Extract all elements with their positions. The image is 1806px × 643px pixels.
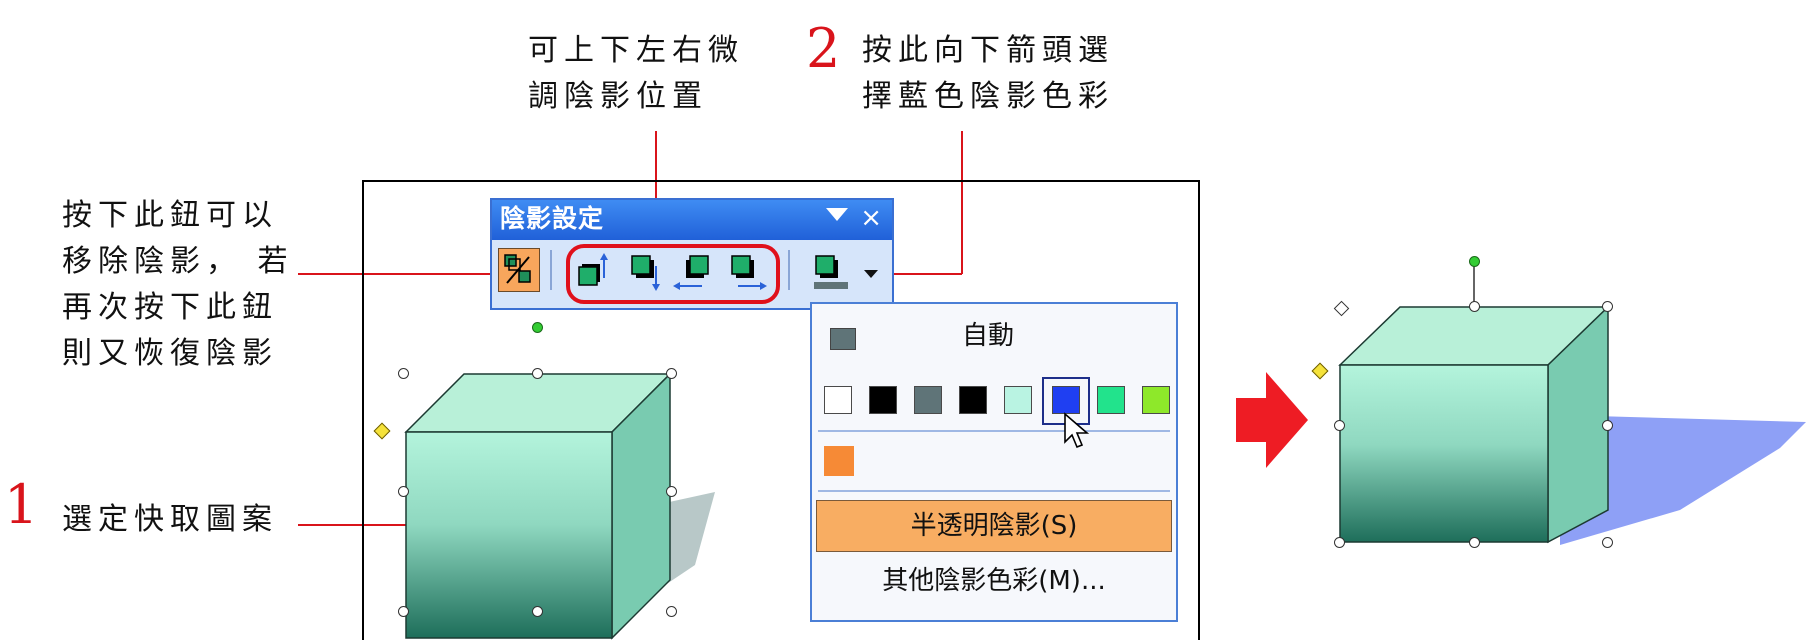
toolbar-title: 陰影設定 bbox=[500, 204, 605, 233]
color-swatch[interactable] bbox=[824, 386, 852, 414]
toolbar-title-bar[interactable]: 陰影設定 × bbox=[492, 200, 892, 240]
recent-color-swatch[interactable] bbox=[824, 446, 854, 476]
resize-handle bbox=[1602, 420, 1613, 431]
rotate-handle[interactable] bbox=[532, 322, 543, 333]
color-swatch-blue-selected[interactable] bbox=[1052, 386, 1080, 414]
menu-divider bbox=[818, 490, 1170, 492]
toolbar-options-icon[interactable] bbox=[826, 208, 848, 221]
color-swatch[interactable] bbox=[1142, 386, 1170, 414]
close-icon[interactable]: × bbox=[860, 202, 882, 234]
resize-handle[interactable] bbox=[398, 486, 409, 497]
resize-handle bbox=[1469, 301, 1480, 312]
resize-handle[interactable] bbox=[532, 606, 543, 617]
toolbar-separator bbox=[550, 250, 552, 290]
resize-handle bbox=[1602, 537, 1613, 548]
shadow-color-menu: 自動 半透明陰影(S) 其他陰影色彩(M)... bbox=[810, 302, 1178, 622]
color-swatch[interactable] bbox=[1097, 386, 1125, 414]
cube-shape-selected[interactable] bbox=[370, 340, 730, 640]
cube-shape-blue-shadow bbox=[1338, 262, 1806, 545]
resize-handle[interactable] bbox=[398, 368, 409, 379]
shadow-color-dropdown-arrow[interactable] bbox=[864, 270, 878, 278]
resize-handle[interactable] bbox=[532, 368, 543, 379]
menu-divider bbox=[818, 430, 1170, 432]
rotate-handle bbox=[1469, 256, 1480, 267]
translucent-shadow-option[interactable]: 半透明陰影(S) bbox=[816, 500, 1172, 552]
mouse-cursor-icon bbox=[1064, 412, 1090, 449]
resize-handle bbox=[1469, 537, 1480, 548]
resize-handle[interactable] bbox=[666, 368, 677, 379]
resize-handle bbox=[1334, 537, 1345, 548]
shadow-on-off-button[interactable] bbox=[498, 248, 540, 292]
color-swatch[interactable] bbox=[914, 386, 942, 414]
automatic-color-label[interactable]: 自動 bbox=[962, 316, 1014, 356]
toolbar-separator bbox=[788, 250, 790, 290]
resize-handle bbox=[1602, 301, 1613, 312]
resize-handle[interactable] bbox=[666, 606, 677, 617]
shadow-on-off-icon bbox=[504, 254, 531, 284]
color-swatch[interactable] bbox=[1004, 386, 1032, 414]
nudge-buttons-highlight bbox=[566, 244, 780, 304]
color-swatch[interactable] bbox=[959, 386, 987, 414]
resize-handle[interactable] bbox=[666, 486, 677, 497]
shadow-color-icon[interactable] bbox=[812, 250, 856, 296]
resize-handle[interactable] bbox=[398, 606, 409, 617]
color-swatch[interactable] bbox=[869, 386, 897, 414]
more-shadow-colors-option[interactable]: 其他陰影色彩(M)... bbox=[816, 556, 1172, 608]
result-arrow-icon bbox=[1236, 372, 1308, 468]
automatic-color-swatch[interactable] bbox=[830, 328, 856, 350]
resize-handle bbox=[1334, 420, 1345, 431]
shadow-settings-toolbar: 陰影設定 × bbox=[490, 198, 894, 310]
